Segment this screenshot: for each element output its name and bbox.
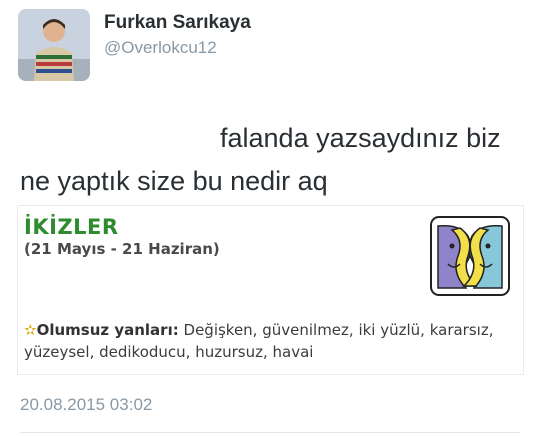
author-handle[interactable]: @Overlokcu12 bbox=[104, 38, 217, 58]
gemini-twins-icon bbox=[430, 216, 510, 296]
avatar-photo bbox=[18, 9, 90, 81]
tweet-text-line-2: ne yaptık size bu nedir aq bbox=[20, 166, 328, 196]
tweet-timestamp[interactable]: 20.08.2015 03:02 bbox=[20, 395, 152, 415]
tweet-text: falanda yazsaydınız biz ne yaptık size b… bbox=[20, 117, 525, 203]
author-name[interactable]: Furkan Sarıkaya bbox=[104, 12, 251, 34]
tweet-text-line-1: falanda yazsaydınız biz bbox=[220, 123, 501, 153]
avatar[interactable] bbox=[18, 9, 90, 81]
sign-title: İKİZLER bbox=[24, 215, 119, 239]
divider bbox=[20, 432, 520, 433]
star-icon: ✫ bbox=[24, 321, 37, 339]
traits-label: Olumsuz yanları: bbox=[36, 321, 179, 339]
embedded-image[interactable]: İKİZLER (21 Mayıs - 21 Haziran) ✫Olumsuz… bbox=[17, 205, 524, 375]
sign-dates: (21 Mayıs - 21 Haziran) bbox=[24, 240, 220, 258]
negative-traits: ✫Olumsuz yanları: Değişken, güvenilmez, … bbox=[24, 319, 514, 363]
